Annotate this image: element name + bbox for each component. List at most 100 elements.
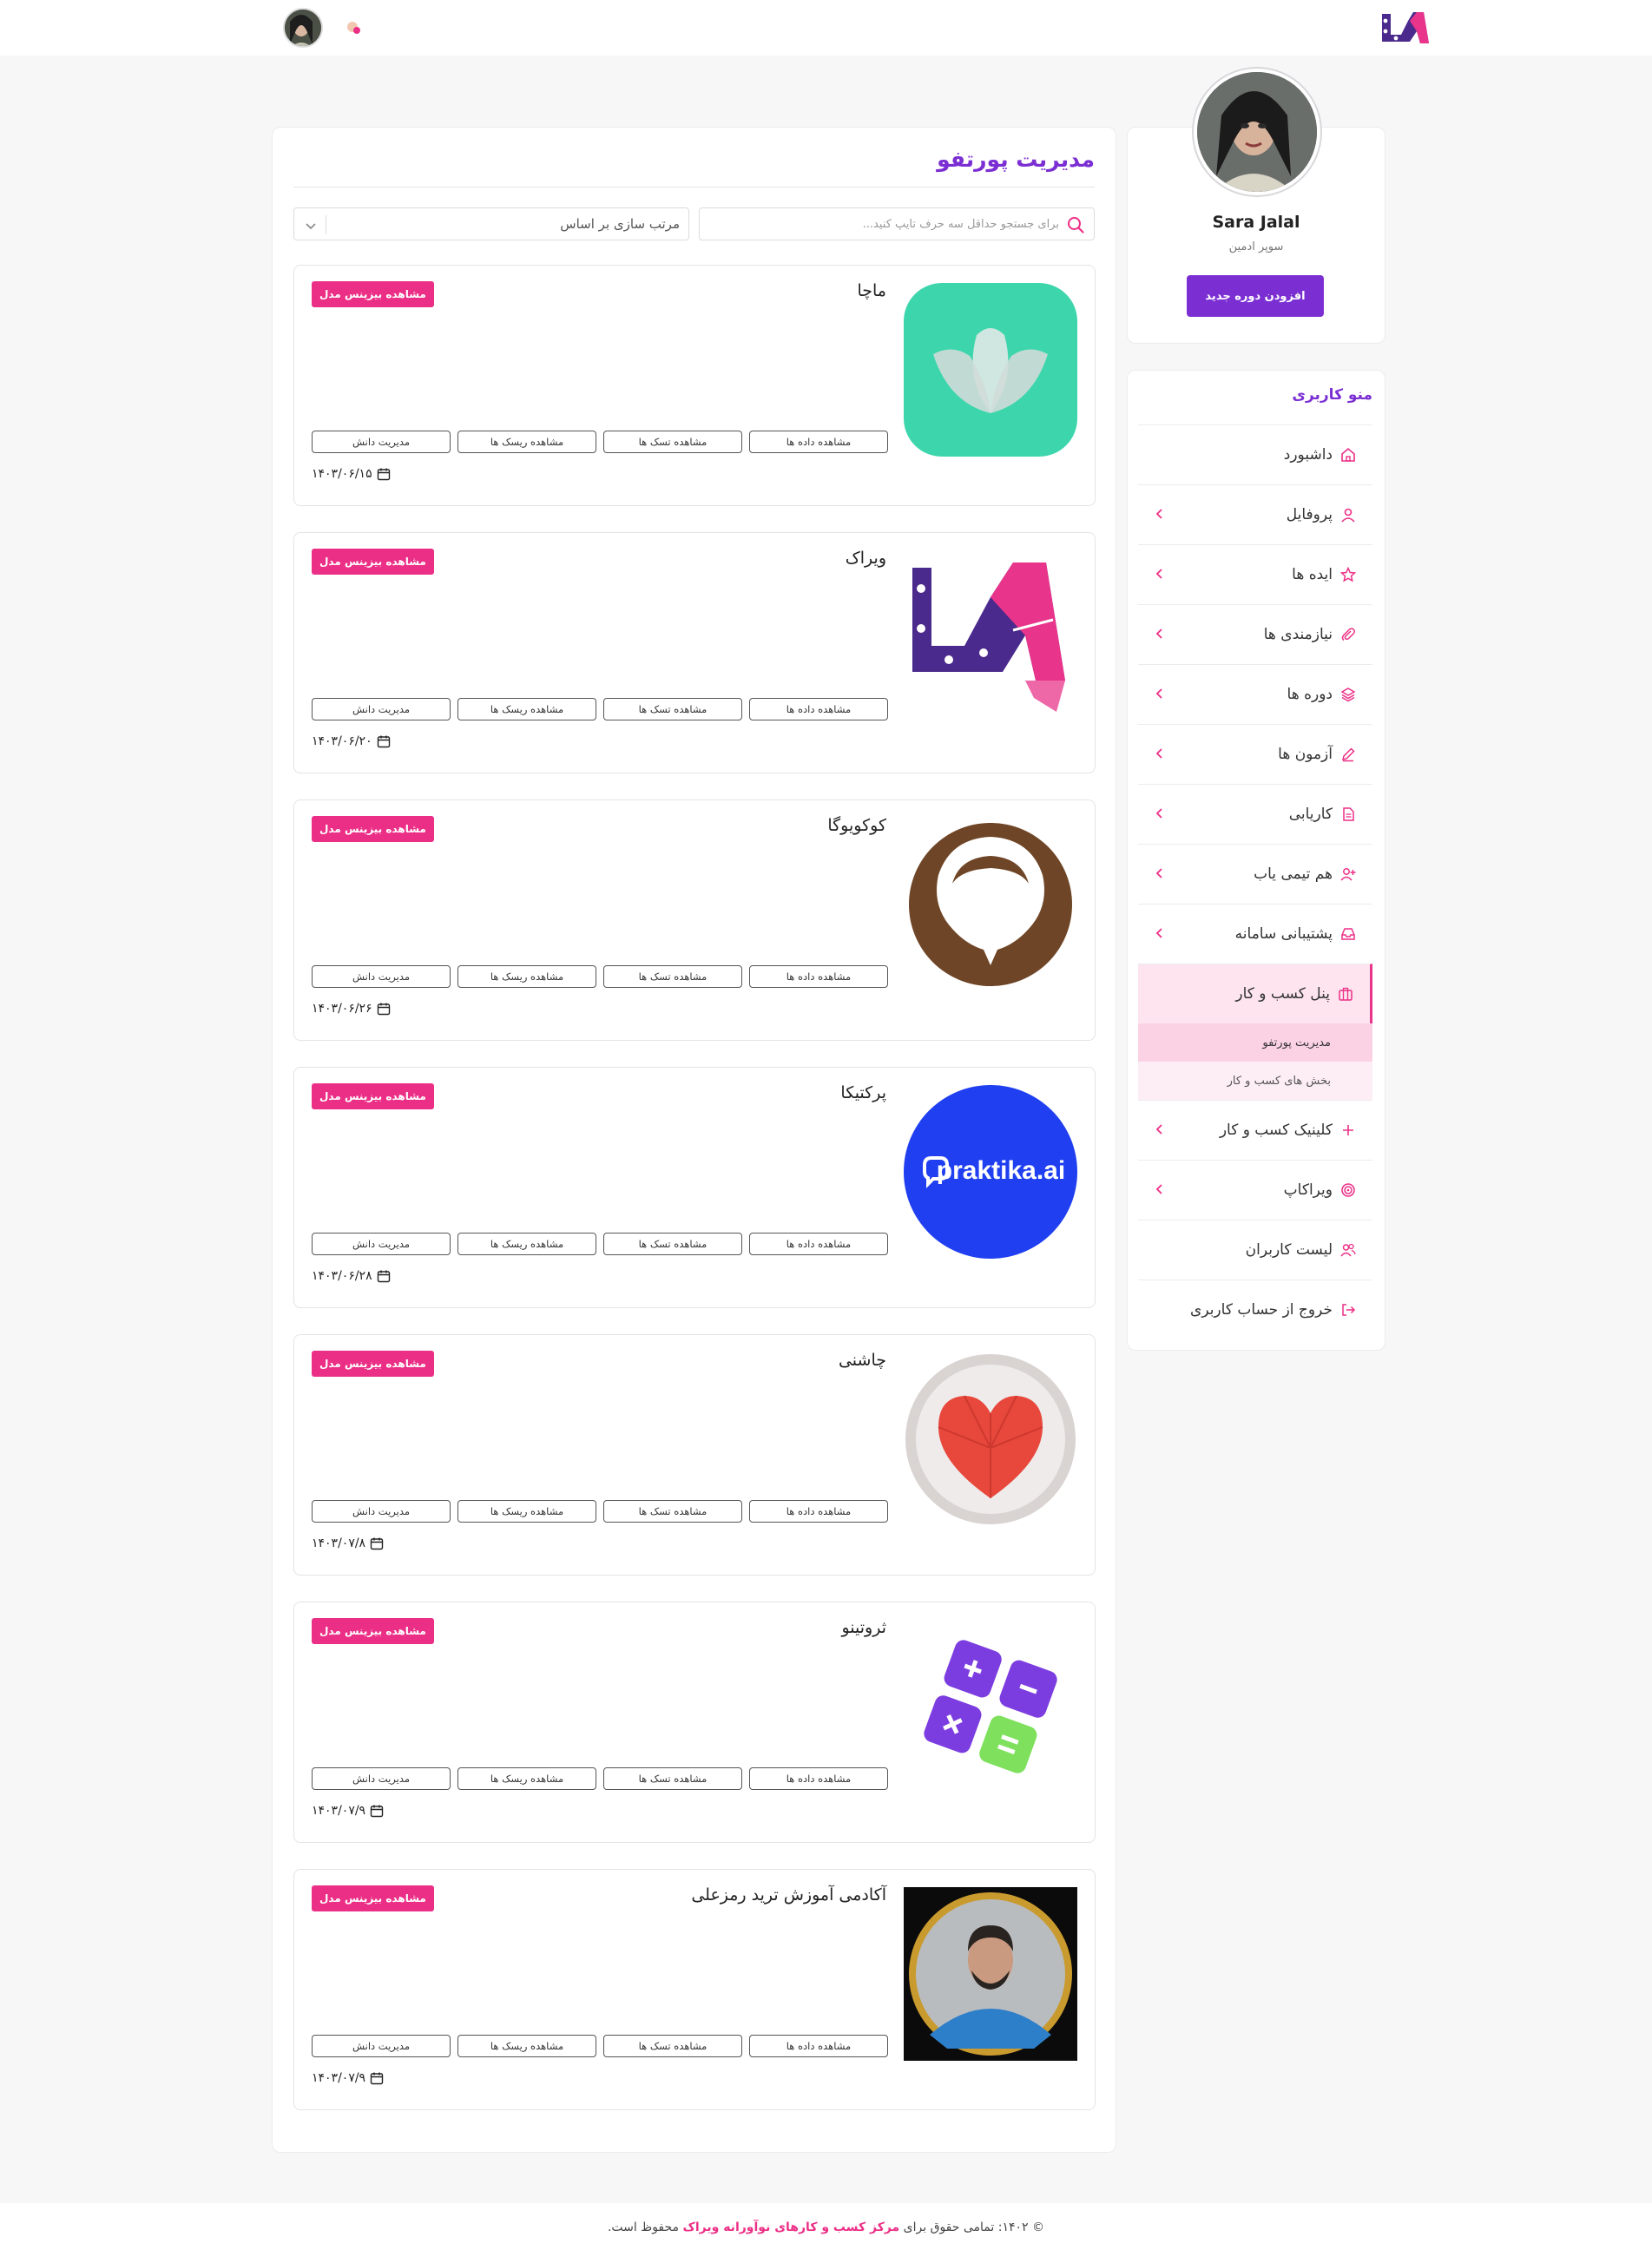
knowledge-management-button[interactable]: مدیریت دانش	[312, 1767, 451, 1790]
knowledge-management-button[interactable]: مدیریت دانش	[312, 431, 451, 453]
business-model-button[interactable]: مشاهده بیزینس مدل	[312, 549, 434, 575]
portfolio-card: ماچا مشاهده بیزینس مدل مشاهده داده ها مش…	[293, 265, 1096, 506]
users-icon	[1339, 1241, 1357, 1259]
macha-lotus-logo[interactable]	[904, 283, 1077, 457]
view-tasks-button[interactable]: مشاهده تسک ها	[603, 1233, 742, 1255]
plus-icon	[1339, 1122, 1357, 1139]
knowledge-management-button[interactable]: مدیریت دانش	[312, 1233, 451, 1255]
cocoyoga-logo[interactable]	[904, 818, 1077, 991]
business-model-button[interactable]: مشاهده بیزینس مدل	[312, 281, 434, 307]
footer-brand-link[interactable]: مرکز کسب و کارهای نوآورانه ویراک	[683, 2220, 900, 2234]
card-title: پرکتیکا	[840, 1083, 886, 1102]
view-data-button[interactable]: مشاهده داده ها	[749, 431, 888, 453]
card-date: ۱۴۰۳/۰۶/۲۸	[312, 1269, 391, 1283]
view-data-button[interactable]: مشاهده داده ها	[749, 1233, 888, 1255]
knowledge-management-button[interactable]: مدیریت دانش	[312, 1500, 451, 1523]
sort-label: مرتب سازی بر اساس	[560, 216, 680, 232]
view-risks-button[interactable]: مشاهده ریسک ها	[457, 1767, 596, 1790]
profile-role: سوپر ادمین	[1228, 240, 1284, 253]
chevron-left-icon	[1154, 747, 1166, 759]
menu-item-support[interactable]: پشتیبانی سامانه	[1138, 904, 1372, 964]
praktika-logo[interactable]: praktika.ai	[904, 1085, 1077, 1259]
chevron-left-icon	[1154, 627, 1166, 639]
view-risks-button[interactable]: مشاهده ریسک ها	[457, 1500, 596, 1523]
header-avatar[interactable]	[283, 8, 323, 48]
viraak-logo[interactable]	[904, 550, 1077, 724]
viraak-logo[interactable]	[1379, 9, 1431, 47]
add-course-button[interactable]: افزودن دوره جدید	[1187, 275, 1324, 317]
knowledge-management-button[interactable]: مدیریت دانش	[312, 2035, 451, 2057]
knowledge-management-button[interactable]: مدیریت دانش	[312, 965, 451, 988]
menu-item-label: ایده ها	[1292, 566, 1333, 583]
menu-item-users-list[interactable]: لیست کاربران	[1138, 1220, 1372, 1280]
menu-item-ideas[interactable]: ایده ها	[1138, 544, 1372, 604]
menu-item-label: خروج از حساب کاربری	[1190, 1301, 1333, 1319]
business-model-button[interactable]: مشاهده بیزینس مدل	[312, 1351, 434, 1377]
menu-item-dashboard[interactable]: داشبورد	[1138, 424, 1372, 484]
profile-name: Sara Jalal	[1212, 213, 1300, 232]
menu-item-label: پروفایل	[1286, 506, 1333, 523]
menu-item-viracup[interactable]: ویراکاپ	[1138, 1160, 1372, 1220]
menu-item-exams[interactable]: آزمون ها	[1138, 724, 1372, 784]
search-input[interactable]	[712, 208, 1059, 240]
menu-item-profile[interactable]: پروفایل	[1138, 484, 1372, 544]
menu-item-jobs[interactable]: کاریابی	[1138, 784, 1372, 844]
menu-item-label: لیست کاربران	[1245, 1241, 1333, 1259]
menu-item-courses[interactable]: دوره ها	[1138, 664, 1372, 724]
trader-portrait-photo[interactable]	[904, 1887, 1077, 2061]
sort-select[interactable]: مرتب سازی بر اساس	[293, 207, 689, 240]
business-model-button[interactable]: مشاهده بیزینس مدل	[312, 1618, 434, 1644]
menu-item-business-clinic[interactable]: کلینیک کسب و کار	[1138, 1100, 1372, 1160]
notification-icon[interactable]	[343, 17, 364, 38]
menu-item-label: پنل کسب و کار	[1235, 985, 1330, 1003]
home-icon	[1339, 446, 1357, 464]
view-risks-button[interactable]: مشاهده ریسک ها	[457, 2035, 596, 2057]
card-title: آکادمی آموزش ترید رمزعلی	[691, 1885, 886, 1905]
view-data-button[interactable]: مشاهده داده ها	[749, 2035, 888, 2057]
view-data-button[interactable]: مشاهده داده ها	[749, 1500, 888, 1523]
view-tasks-button[interactable]: مشاهده تسک ها	[603, 2035, 742, 2057]
chevron-left-icon	[1154, 926, 1166, 938]
view-data-button[interactable]: مشاهده داده ها	[749, 698, 888, 720]
view-risks-button[interactable]: مشاهده ریسک ها	[457, 431, 596, 453]
business-model-button[interactable]: مشاهده بیزینس مدل	[312, 1885, 434, 1911]
menu-item-business-panel[interactable]: پنل کسب و کار	[1138, 964, 1372, 1023]
calendar-icon	[377, 467, 391, 481]
submenu-item-business-sections[interactable]: بخش های کسب و کار	[1138, 1062, 1372, 1100]
view-tasks-button[interactable]: مشاهده تسک ها	[603, 698, 742, 720]
portfolio-card: کوکویوگا مشاهده بیزینس مدل مشاهده داده ه…	[293, 799, 1096, 1041]
view-risks-button[interactable]: مشاهده ریسک ها	[457, 1233, 596, 1255]
menu-item-teammate-finder[interactable]: هم تیمی یاب	[1138, 844, 1372, 904]
card-actions: مشاهده داده ها مشاهده تسک ها مشاهده ریسک…	[312, 431, 888, 453]
portfolio-card: praktika.ai پرکتیکا مشاهده بیزینس مدل مش…	[293, 1067, 1096, 1308]
star-icon	[1339, 566, 1357, 583]
card-actions: مشاهده داده ها مشاهده تسک ها مشاهده ریسک…	[312, 1500, 888, 1523]
view-tasks-button[interactable]: مشاهده تسک ها	[603, 1767, 742, 1790]
view-tasks-button[interactable]: مشاهده تسک ها	[603, 1500, 742, 1523]
menu-item-requirements[interactable]: نیازمندی ها	[1138, 604, 1372, 664]
date-value: ۱۴۰۳/۰۷/۹	[312, 2071, 366, 2085]
business-model-button[interactable]: مشاهده بیزینس مدل	[312, 816, 434, 842]
menu-item-logout[interactable]: خروج از حساب کاربری	[1138, 1280, 1372, 1339]
menu-item-label: کاریابی	[1288, 806, 1333, 823]
chevron-left-icon	[1154, 507, 1166, 519]
calendar-icon	[377, 734, 391, 748]
card-date: ۱۴۰۳/۰۶/۲۶	[312, 1002, 391, 1016]
view-risks-button[interactable]: مشاهده ریسک ها	[457, 965, 596, 988]
business-model-button[interactable]: مشاهده بیزینس مدل	[312, 1083, 434, 1109]
heart-cake-photo[interactable]	[904, 1352, 1077, 1526]
menu-item-label: کلینیک کسب و کار	[1219, 1122, 1333, 1139]
divider	[293, 187, 1095, 188]
submenu-item-portfolio[interactable]: مدیریت پورتفو	[1138, 1023, 1372, 1062]
card-actions: مشاهده داده ها مشاهده تسک ها مشاهده ریسک…	[312, 2035, 888, 2057]
user-menu: منو کاربری داشبورد پروفایل ایده ها نیازم…	[1127, 370, 1385, 1351]
knowledge-management-button[interactable]: مدیریت دانش	[312, 698, 451, 720]
search-icon[interactable]	[1066, 215, 1085, 234]
view-tasks-button[interactable]: مشاهده تسک ها	[603, 965, 742, 988]
view-data-button[interactable]: مشاهده داده ها	[749, 965, 888, 988]
view-data-button[interactable]: مشاهده داده ها	[749, 1767, 888, 1790]
chevron-down-icon	[305, 219, 317, 231]
view-risks-button[interactable]: مشاهده ریسک ها	[457, 698, 596, 720]
view-tasks-button[interactable]: مشاهده تسک ها	[603, 431, 742, 453]
calculator-keys-icon[interactable]	[904, 1620, 1077, 1793]
